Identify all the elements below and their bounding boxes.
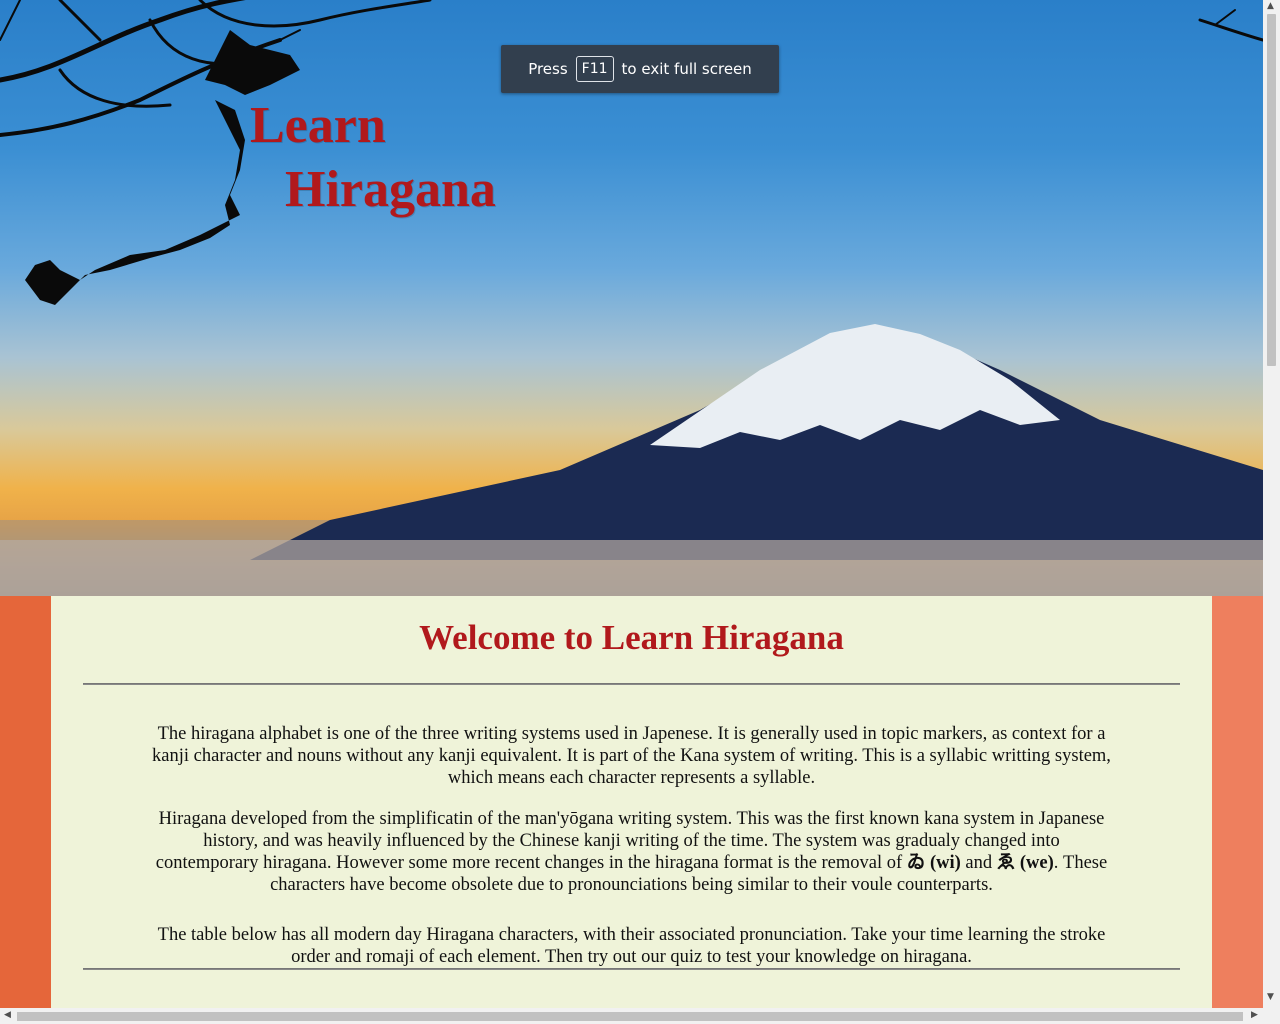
vertical-scroll-thumb[interactable]	[1267, 14, 1276, 366]
scroll-down-icon[interactable]: ▼	[1267, 992, 1274, 1002]
page-title: Welcome to Learn Hiragana	[419, 618, 844, 657]
fullscreen-notice: Press F11 to exit full screen	[501, 45, 779, 93]
char-wi: ゐ (wi)	[906, 852, 961, 873]
fullscreen-notice-suffix: to exit full screen	[621, 60, 752, 78]
vertical-scrollbar[interactable]: ▲ ▼	[1263, 0, 1280, 1008]
divider-top	[83, 683, 1180, 685]
hero-title-hiragana: Hiragana	[285, 161, 496, 218]
horizontal-scrollbar[interactable]: ◀ ▶	[0, 1008, 1280, 1024]
scroll-left-icon[interactable]: ◀	[4, 1010, 11, 1020]
history-paragraph: Hiragana developed from the simplificati…	[151, 808, 1112, 896]
scroll-right-icon[interactable]: ▶	[1251, 1010, 1258, 1020]
table-intro-paragraph: The table below has all modern day Hirag…	[157, 924, 1106, 967]
hero-title-learn: Learn	[250, 97, 386, 154]
and-text: and	[965, 852, 993, 873]
char-we: ゑ (we)	[996, 852, 1054, 873]
f11-key: F11	[575, 56, 614, 82]
right-border	[1212, 596, 1263, 1008]
mount-fuji-shape	[250, 325, 1263, 560]
fullscreen-notice-prefix: Press	[528, 60, 568, 78]
main-content: Welcome to Learn Hiragana The hiragana a…	[51, 596, 1212, 1008]
history-text-start: Hiragana developed from the simplificati…	[155, 808, 1105, 873]
divider-bottom	[83, 968, 1180, 970]
intro-paragraph: The hiragana alphabet is one of the thre…	[152, 723, 1111, 788]
horizontal-scroll-thumb[interactable]	[17, 1012, 1243, 1021]
scroll-up-icon[interactable]: ▲	[1267, 1, 1274, 11]
left-border	[0, 596, 51, 1008]
japan-map-shape	[25, 30, 300, 305]
